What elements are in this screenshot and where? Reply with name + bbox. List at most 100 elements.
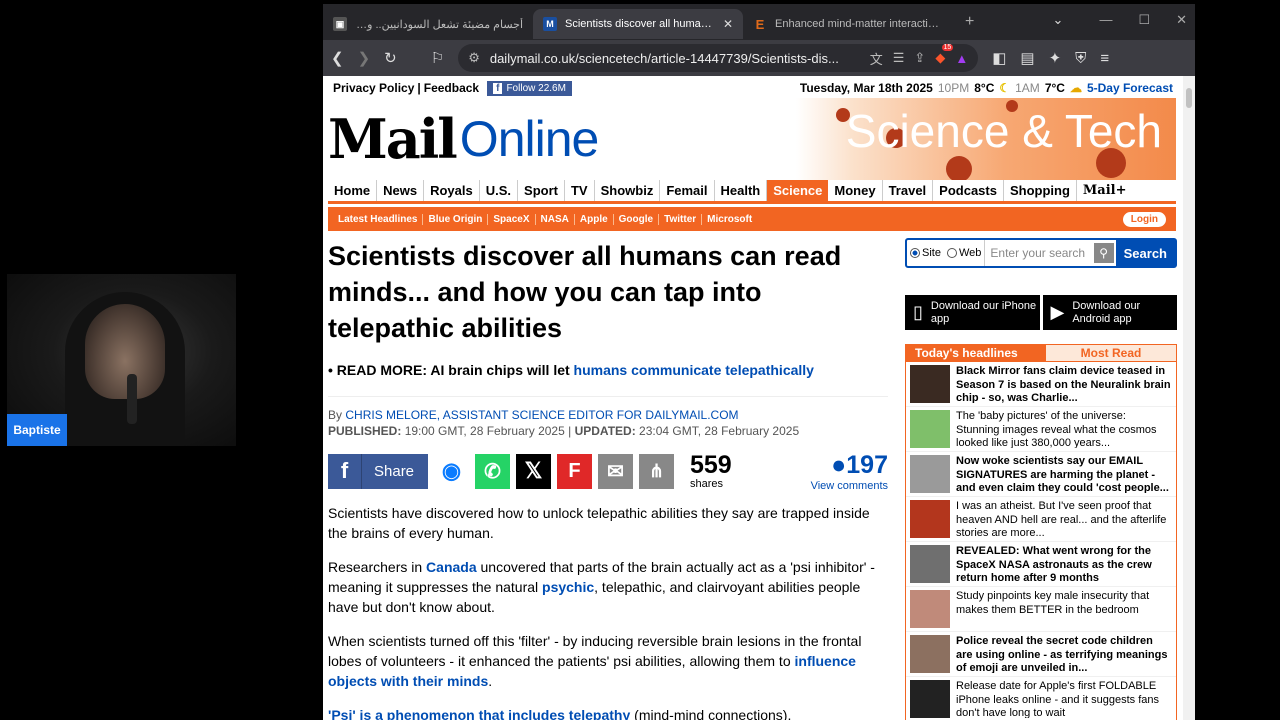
headline-thumbnail[interactable] xyxy=(910,500,950,538)
android-app-button[interactable]: ▶ Download our Android app xyxy=(1042,295,1177,330)
nav-travel[interactable]: Travel xyxy=(883,180,934,201)
subnav-latest-headlines[interactable]: Latest Headlines xyxy=(333,213,424,225)
headline-item[interactable]: Release date for Apple's first FOLDABLE … xyxy=(906,677,1176,720)
forward-icon[interactable]: ❯ xyxy=(358,49,371,67)
headline-item[interactable]: I was an atheist. But I've seen proof th… xyxy=(906,497,1176,542)
nav-shopping[interactable]: Shopping xyxy=(1004,180,1077,201)
reload-icon[interactable]: ↻ xyxy=(384,49,397,67)
url-text[interactable]: dailymail.co.uk/sciencetech/article-1444… xyxy=(490,51,860,66)
messenger-icon[interactable]: ◉ xyxy=(434,453,469,489)
headline-text[interactable]: I was an atheist. But I've seen proof th… xyxy=(956,500,1172,538)
iphone-app-button[interactable]: ▯ Download our iPhone app xyxy=(905,295,1040,330)
login-button[interactable]: Login xyxy=(1122,211,1166,227)
tab-2[interactable]: M Scientists discover all humans ca ✕ xyxy=(533,9,743,39)
sidebar-icon[interactable]: ◧ xyxy=(992,49,1006,67)
headline-thumbnail[interactable] xyxy=(910,680,950,718)
translate-icon[interactable]: 文 xyxy=(870,49,883,68)
scrollbar-thumb[interactable] xyxy=(1186,88,1192,108)
more-share-icon[interactable]: ⋔ xyxy=(639,453,674,489)
maximize-icon[interactable]: ☐ xyxy=(1138,12,1150,28)
nav-tv[interactable]: TV xyxy=(565,180,595,201)
menu-icon[interactable]: ≡ xyxy=(1100,50,1109,67)
wallet-icon[interactable]: ▤ xyxy=(1020,49,1034,67)
share-icon[interactable]: ⇪ xyxy=(914,50,925,66)
headline-thumbnail[interactable] xyxy=(910,365,950,403)
subnav-google[interactable]: Google xyxy=(614,213,660,225)
headline-text[interactable]: Study pinpoints key male insecurity that… xyxy=(956,590,1172,628)
tab-1[interactable]: ▣ أجسام مضيئة تشعل السودانيين.. والد xyxy=(323,9,533,39)
facebook-follow-button[interactable]: f Follow 22.6M xyxy=(487,80,572,96)
comments-link[interactable]: ●197 View comments xyxy=(811,451,888,492)
bookmark-icon[interactable]: ⚐ xyxy=(431,49,444,67)
nav-sport[interactable]: Sport xyxy=(518,180,565,201)
canada-link[interactable]: Canada xyxy=(426,559,477,575)
headline-text[interactable]: Release date for Apple's first FOLDABLE … xyxy=(956,680,1172,718)
read-more-link[interactable]: humans communicate telepathically xyxy=(574,362,814,378)
headline-text[interactable]: REVEALED: What went wrong for the SpaceX… xyxy=(956,545,1172,583)
search-input[interactable]: Enter your search xyxy=(984,240,1093,266)
subnav-spacex[interactable]: SpaceX xyxy=(488,213,536,225)
headline-thumbnail[interactable] xyxy=(910,590,950,628)
nav-us[interactable]: U.S. xyxy=(480,180,519,201)
web-radio[interactable]: Web xyxy=(944,247,984,259)
email-icon[interactable]: ✉ xyxy=(598,453,633,489)
subnav-twitter[interactable]: Twitter xyxy=(659,213,703,225)
close-window-icon[interactable]: ✕ xyxy=(1176,12,1187,28)
headline-text[interactable]: Black Mirror fans claim device teased in… xyxy=(956,365,1172,403)
nav-news[interactable]: News xyxy=(377,180,425,201)
back-icon[interactable]: ❮ xyxy=(331,49,344,67)
whatsapp-icon[interactable]: ✆ xyxy=(475,453,510,489)
subnav-apple[interactable]: Apple xyxy=(575,213,614,225)
nav-science[interactable]: Science xyxy=(767,180,829,201)
nav-femail[interactable]: Femail xyxy=(660,180,715,201)
online-logo[interactable]: Online xyxy=(460,110,600,168)
headline-item[interactable]: The 'baby pictures' of the universe: Stu… xyxy=(906,407,1176,452)
nav-showbiz[interactable]: Showbiz xyxy=(595,180,661,201)
headline-item[interactable]: Now woke scientists say our EMAIL SIGNAT… xyxy=(906,452,1176,497)
subnav-microsoft[interactable]: Microsoft xyxy=(702,214,757,225)
site-settings-icon[interactable]: ⚙ xyxy=(468,50,480,66)
tab-todays-headlines[interactable]: Today's headlines xyxy=(905,344,1045,362)
vpn-icon[interactable]: ⛨ xyxy=(1075,50,1086,67)
headline-thumbnail[interactable] xyxy=(910,455,950,493)
headline-thumbnail[interactable] xyxy=(910,635,950,673)
reader-mode-icon[interactable]: ☰ xyxy=(893,50,905,66)
tab-list-chevron-icon[interactable]: ⌄ xyxy=(1053,12,1064,28)
nav-money[interactable]: Money xyxy=(828,180,883,201)
privacy-policy-link[interactable]: Privacy Policy xyxy=(333,81,414,95)
subnav-nasa[interactable]: NASA xyxy=(536,213,575,225)
psychic-link[interactable]: psychic xyxy=(542,579,594,595)
x-twitter-icon[interactable]: 𝕏 xyxy=(516,453,551,489)
mail-logo[interactable]: Mail xyxy=(328,107,458,171)
headline-item[interactable]: REVEALED: What went wrong for the SpaceX… xyxy=(906,542,1176,587)
headline-item[interactable]: Police reveal the secret code children a… xyxy=(906,632,1176,677)
nav-mail-plus[interactable]: Mail+ xyxy=(1077,180,1133,201)
headline-text[interactable]: Police reveal the secret code children a… xyxy=(956,635,1172,673)
headline-thumbnail[interactable] xyxy=(910,545,950,583)
headline-item[interactable]: Study pinpoints key male insecurity that… xyxy=(906,587,1176,632)
tab-most-read[interactable]: Most Read xyxy=(1045,344,1177,362)
facebook-share-button[interactable]: f Share xyxy=(328,453,428,489)
address-bar[interactable]: ⚙ dailymail.co.uk/sciencetech/article-14… xyxy=(458,44,979,72)
page-scrollbar[interactable] xyxy=(1183,76,1195,720)
nav-royals[interactable]: Royals xyxy=(424,180,480,201)
nav-health[interactable]: Health xyxy=(715,180,768,201)
search-button[interactable]: Search xyxy=(1115,240,1175,266)
brave-shields-icon[interactable]: ◆ 15 xyxy=(935,44,954,66)
new-tab-icon[interactable]: + xyxy=(965,13,974,31)
nav-podcasts[interactable]: Podcasts xyxy=(933,180,1004,201)
minimize-icon[interactable]: — xyxy=(1099,12,1112,28)
psi-link[interactable]: 'Psi' is a phenomenon that includes tele… xyxy=(328,707,630,720)
feedback-link[interactable]: Feedback xyxy=(424,81,479,95)
tab-3[interactable]: E Enhanced mind-matter interactions xyxy=(743,9,953,39)
headline-text[interactable]: Now woke scientists say our EMAIL SIGNAT… xyxy=(956,455,1172,493)
nav-home[interactable]: Home xyxy=(328,180,378,201)
subnav-blue-origin[interactable]: Blue Origin xyxy=(423,213,489,225)
leo-ai-icon[interactable]: ✦ xyxy=(1049,49,1062,67)
author-link[interactable]: CHRIS MELORE, ASSISTANT SCIENCE EDITOR F… xyxy=(345,408,738,422)
search-icon[interactable]: ⚲ xyxy=(1093,243,1114,263)
forecast-link[interactable]: 5-Day Forecast xyxy=(1087,81,1173,95)
headline-thumbnail[interactable] xyxy=(910,410,950,448)
brave-rewards-icon[interactable]: ▲ xyxy=(955,51,968,66)
headline-text[interactable]: The 'baby pictures' of the universe: Stu… xyxy=(956,410,1172,448)
